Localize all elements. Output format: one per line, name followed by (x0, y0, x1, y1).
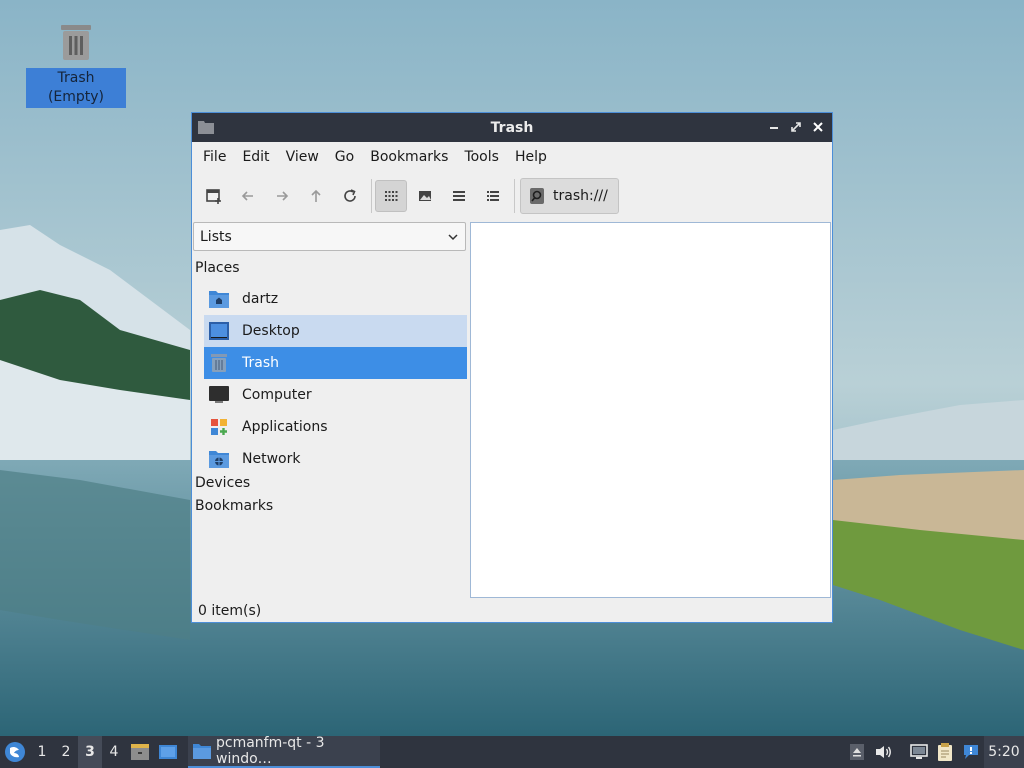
applications-icon (208, 416, 230, 438)
trash-location-icon (530, 188, 544, 204)
menu-edit[interactable]: Edit (234, 142, 277, 172)
menu-tools[interactable]: Tools (456, 142, 507, 172)
new-tab-icon (206, 189, 221, 204)
sidebar-item-desktop[interactable]: Desktop (204, 315, 467, 347)
close-button[interactable] (810, 119, 826, 135)
path-label: trash:/// (553, 188, 608, 204)
sidebar-item-label: Network (242, 451, 301, 467)
desktop-icon (208, 320, 230, 342)
status-bar: 0 item(s) (198, 603, 262, 619)
computer-icon (208, 384, 230, 406)
lxqt-menu-icon (5, 742, 25, 762)
compact-view-button[interactable] (443, 180, 475, 212)
file-cabinet-icon (131, 744, 149, 760)
maximize-button[interactable] (788, 119, 804, 135)
window-titlebar[interactable]: Trash (192, 113, 832, 142)
start-menu-button[interactable] (0, 736, 30, 768)
menu-help[interactable]: Help (507, 142, 555, 172)
icon-view-button[interactable] (375, 180, 407, 212)
menu-bar: File Edit View Go Bookmarks Tools Help (192, 142, 832, 172)
file-list-view[interactable] (470, 222, 831, 598)
sidebar-item-label: Desktop (242, 323, 300, 339)
sidebar-item-computer[interactable]: Computer (204, 379, 467, 411)
thumbnail-view-button[interactable] (409, 180, 441, 212)
detailed-list-view-icon (487, 191, 499, 201)
trash-icon (58, 22, 94, 62)
up-icon (311, 189, 321, 202)
notifications-button[interactable] (958, 736, 984, 768)
icon-view-icon (385, 191, 398, 201)
eject-icon (850, 744, 864, 760)
network-folder-icon (208, 448, 230, 470)
show-desktop-button[interactable] (154, 736, 182, 768)
file-manager-window: Trash File Edit View Go Bookmarks Tools … (191, 112, 833, 623)
notification-icon (964, 745, 978, 759)
window-title: Trash (490, 119, 534, 136)
menu-go[interactable]: Go (327, 142, 362, 172)
up-button[interactable] (300, 180, 332, 212)
network-tray-button[interactable] (906, 736, 932, 768)
side-pane-mode-value: Lists (200, 228, 232, 245)
back-button[interactable] (232, 180, 264, 212)
desktop-switch-1[interactable]: 1 (30, 736, 54, 768)
compact-view-icon (453, 191, 465, 201)
sidebar-item-label: Computer (242, 387, 312, 403)
menu-view[interactable]: View (278, 142, 327, 172)
back-icon (241, 191, 253, 201)
sidebar-item-label: dartz (242, 291, 279, 307)
desktop-icon-trash[interactable]: Trash (Empty) (26, 22, 126, 108)
sidebar-item-label: Applications (242, 419, 328, 435)
volume-icon (876, 746, 891, 758)
detailed-list-view-button[interactable] (477, 180, 509, 212)
taskbar-task-pcmanfm[interactable]: pcmanfm-qt - 3 windo… (188, 735, 380, 768)
menu-bookmarks[interactable]: Bookmarks (362, 142, 456, 172)
desktop-switch-4[interactable]: 4 (102, 736, 126, 768)
sidebar-item-network[interactable]: Network (204, 443, 467, 475)
desktop-switch-3[interactable]: 3 (78, 736, 102, 768)
trash-icon (208, 352, 230, 374)
desktop-switch-2[interactable]: 2 (54, 736, 78, 768)
bookmarks-heading[interactable]: Bookmarks (195, 498, 273, 514)
chevron-down-icon (448, 233, 458, 240)
places-heading[interactable]: Places (195, 260, 240, 276)
side-pane-mode-select[interactable]: Lists (193, 222, 466, 251)
menu-file[interactable]: File (195, 142, 234, 172)
reload-button[interactable] (334, 180, 366, 212)
toolbar: trash:/// (192, 172, 832, 220)
toolbar-separator (514, 179, 515, 213)
show-desktop-icon (159, 745, 177, 759)
sidebar-item-trash[interactable]: Trash (204, 347, 467, 379)
forward-icon (277, 191, 289, 201)
reload-icon (344, 189, 356, 202)
network-icon (910, 744, 928, 759)
path-bar[interactable]: trash:/// (520, 178, 619, 214)
clock[interactable]: 5:20 (984, 736, 1024, 768)
system-tray: 5:20 (844, 736, 1024, 768)
folder-icon (198, 120, 214, 134)
sidebar-item-label: Trash (242, 355, 279, 371)
clipboard-button[interactable] (932, 736, 958, 768)
toolbar-separator (371, 179, 372, 213)
thumbnail-view-icon (419, 191, 431, 201)
minimize-button[interactable] (766, 119, 782, 135)
devices-heading[interactable]: Devices (195, 475, 250, 491)
folder-icon (192, 742, 212, 760)
file-manager-launcher[interactable] (126, 736, 154, 768)
desktop-icon-label: Trash (Empty) (26, 68, 126, 108)
volume-button[interactable] (870, 736, 896, 768)
clipboard-icon (938, 743, 952, 761)
new-tab-button[interactable] (198, 180, 230, 212)
content-area: Lists Places dartz Desktop Trash Compute… (192, 221, 832, 599)
home-folder-icon (208, 288, 230, 310)
eject-tray-button[interactable] (844, 736, 870, 768)
sidebar-item-home[interactable]: dartz (204, 283, 467, 315)
side-pane: Lists Places dartz Desktop Trash Compute… (192, 221, 468, 599)
taskbar: 1 2 3 4 pcmanfm-qt - 3 windo… 5:20 (0, 735, 1024, 768)
sidebar-item-applications[interactable]: Applications (204, 411, 467, 443)
forward-button[interactable] (266, 180, 298, 212)
task-label: pcmanfm-qt - 3 windo… (216, 735, 325, 767)
